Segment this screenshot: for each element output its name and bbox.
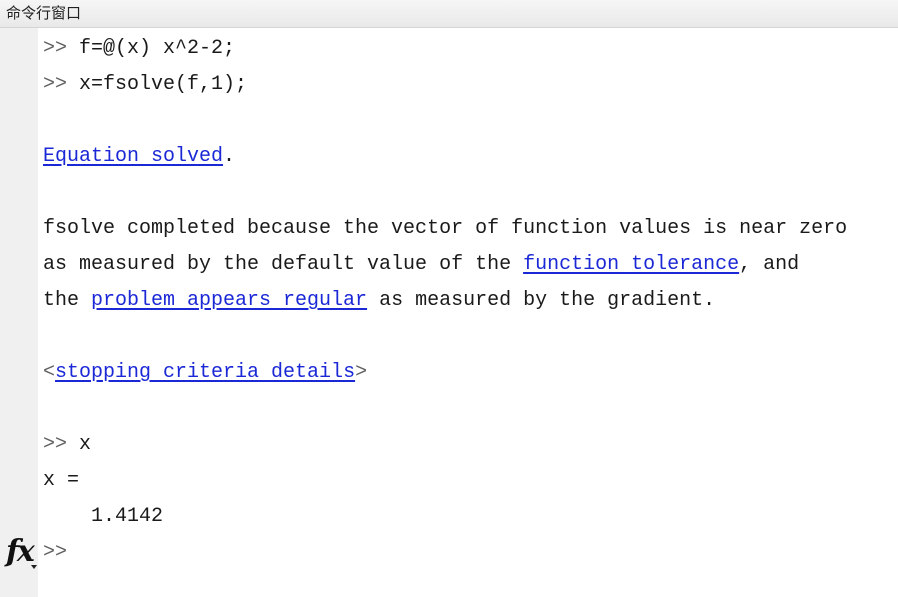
command-window-titlebar: 命令行窗口 xyxy=(0,0,898,28)
period-text: . xyxy=(223,145,236,168)
message-text: as measured by the gradient. xyxy=(367,289,716,312)
console-output[interactable]: >> f=@(x) x^2-2; >> x=fsolve(f,1); Equat… xyxy=(43,31,893,535)
command-text: f=@(x) x^2-2; xyxy=(79,37,236,60)
command-prompt[interactable]: >> xyxy=(43,535,67,571)
window-title: 命令行窗口 xyxy=(6,4,82,22)
message-line: the problem appears regular as measured … xyxy=(43,283,893,319)
output-value-text: 1.4142 xyxy=(91,505,164,528)
console-gutter xyxy=(0,28,38,597)
message-line: fsolve completed because the vector of f… xyxy=(43,211,893,247)
chevron-down-icon[interactable] xyxy=(31,565,37,569)
output-value: 1.4142 xyxy=(43,499,893,535)
console-line: Equation solved. xyxy=(43,139,893,175)
message-line: as measured by the default value of the … xyxy=(43,247,893,283)
console-line: <stopping criteria details> xyxy=(43,355,893,391)
stopping-criteria-details-link[interactable]: stopping criteria details xyxy=(55,361,355,384)
message-text: the xyxy=(43,289,92,312)
function-tolerance-link[interactable]: function tolerance xyxy=(523,253,739,276)
console-line: >> x xyxy=(43,427,893,463)
prompt: >> xyxy=(43,37,68,60)
output-label: x = xyxy=(43,463,893,499)
command-text: x=fsolve(f,1); xyxy=(79,73,248,96)
console-line: >> f=@(x) x^2-2; xyxy=(43,31,893,67)
problem-appears-regular-link[interactable]: problem appears regular xyxy=(91,289,367,312)
console-line: >> x=fsolve(f,1); xyxy=(43,67,893,103)
output-label-text: x = xyxy=(43,469,80,492)
angle-close: > xyxy=(355,361,368,384)
message-text: as measured by the default value of the xyxy=(43,253,524,276)
message-text: fsolve completed because the vector of f… xyxy=(43,217,848,240)
message-text: , and xyxy=(739,253,800,276)
prompt: >> xyxy=(43,433,68,456)
equation-solved-link[interactable]: Equation solved xyxy=(43,145,223,168)
angle-open: < xyxy=(43,361,56,384)
command-text: x xyxy=(79,433,92,456)
prompt: >> xyxy=(43,73,68,96)
